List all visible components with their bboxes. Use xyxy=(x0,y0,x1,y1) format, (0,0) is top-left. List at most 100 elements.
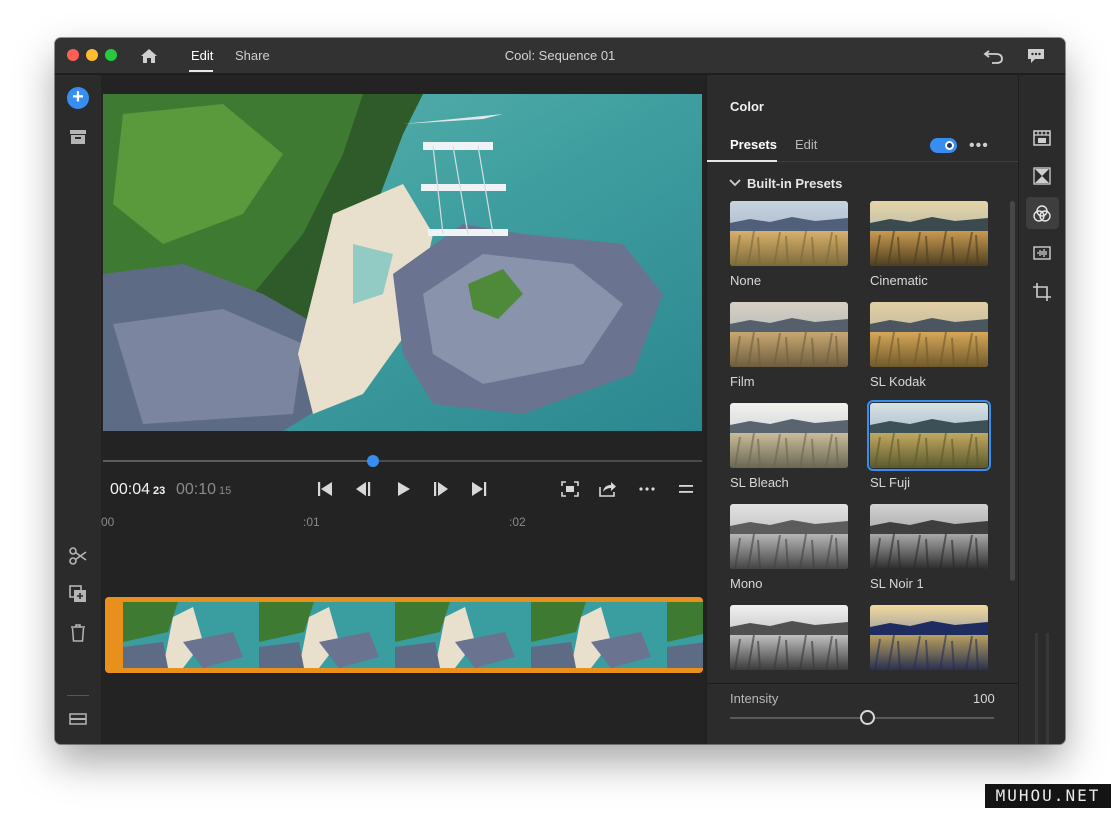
preset-item-8[interactable] xyxy=(730,605,848,677)
more-options-icon[interactable] xyxy=(635,478,659,500)
color-enable-toggle[interactable] xyxy=(930,138,957,153)
main-area: 00:04 23 00:10 15 00:01:02 xyxy=(101,75,706,744)
feedback-icon[interactable] xyxy=(1025,46,1047,66)
preset-mono[interactable]: Mono xyxy=(730,504,848,591)
audio-icon[interactable] xyxy=(1031,242,1053,264)
ruler-label: 00 xyxy=(101,515,115,529)
preset-film[interactable]: Film xyxy=(730,302,848,389)
step-back-icon[interactable] xyxy=(352,478,376,500)
clip-frame xyxy=(667,602,703,668)
preset-label: SL Bleach xyxy=(730,475,789,490)
panel-more-button[interactable]: ••• xyxy=(969,137,989,155)
preset-label: SL Kodak xyxy=(870,374,926,389)
current-timecode: 00:04 23 xyxy=(110,481,165,499)
scissors-icon[interactable] xyxy=(67,545,89,567)
title-bar: Edit Share Cool: Sequence 01 xyxy=(55,38,1065,74)
video-preview[interactable] xyxy=(103,94,702,431)
export-frame-icon[interactable] xyxy=(596,478,620,500)
preset-sl-kodak[interactable]: SL Kodak xyxy=(870,302,988,389)
total-time: 00:10 xyxy=(176,481,217,498)
ruler-label: :02 xyxy=(509,515,526,529)
clip-trim-handle[interactable] xyxy=(105,597,123,673)
preset-sl-noir-1[interactable]: SL Noir 1 xyxy=(870,504,988,591)
preset-thumbnail-image xyxy=(870,403,988,468)
color-panel: Color Presets Edit ••• Built-in Presets … xyxy=(706,75,1019,744)
clip-frame xyxy=(395,602,531,668)
preset-sl-bleach[interactable]: SL Bleach xyxy=(730,403,848,490)
section-header[interactable]: Built-in Presets xyxy=(729,176,842,191)
preset-thumbnail[interactable] xyxy=(730,403,848,468)
right-icon-rail xyxy=(1018,75,1065,744)
fit-to-screen-icon[interactable] xyxy=(558,478,582,500)
audio-meter-right xyxy=(1046,633,1049,744)
duplicate-icon[interactable] xyxy=(67,583,89,605)
total-frames: 15 xyxy=(219,485,232,497)
active-tab-indicator xyxy=(189,70,213,72)
tab-color-edit[interactable]: Edit xyxy=(795,137,817,152)
preset-thumbnail[interactable] xyxy=(730,201,848,266)
toolbar-divider xyxy=(67,695,89,696)
preset-thumbnail-image xyxy=(730,403,848,468)
preset-label: SL Noir 1 xyxy=(870,576,924,591)
clip-frame xyxy=(531,602,667,668)
preset-sl-fuji[interactable]: SL Fuji xyxy=(867,400,991,490)
play-icon[interactable] xyxy=(391,478,415,500)
section-title: Built-in Presets xyxy=(747,176,843,191)
toggle-knob xyxy=(945,141,954,150)
intensity-label: Intensity xyxy=(730,691,779,706)
add-media-button[interactable]: + xyxy=(67,87,89,109)
go-to-end-icon[interactable] xyxy=(467,478,491,500)
current-frames: 23 xyxy=(153,485,166,497)
preset-thumbnail-image xyxy=(870,504,988,569)
timeline-clip[interactable] xyxy=(105,597,703,673)
preset-label: SL Fuji xyxy=(870,475,910,490)
transitions-icon[interactable] xyxy=(1031,165,1053,187)
app-window: Edit Share Cool: Sequence 01 + 00:04 23 … xyxy=(55,38,1065,744)
preset-thumbnail-image xyxy=(870,302,988,367)
audio-meter-left xyxy=(1035,633,1038,744)
tab-presets[interactable]: Presets xyxy=(730,137,777,152)
document-title: Cool: Sequence 01 xyxy=(504,48,616,63)
preset-thumbnail-image xyxy=(730,504,848,569)
preset-thumbnail[interactable] xyxy=(870,504,988,569)
track-options-icon[interactable] xyxy=(67,708,89,730)
preset-thumbnail[interactable] xyxy=(870,201,988,266)
presets-scrollbar[interactable] xyxy=(1010,201,1015,581)
preset-cinematic[interactable]: Cinematic xyxy=(870,201,988,288)
preset-thumbnail[interactable] xyxy=(867,400,991,471)
preset-thumbnail-image xyxy=(870,201,988,266)
step-forward-icon[interactable] xyxy=(429,478,453,500)
project-panel-icon[interactable] xyxy=(67,126,89,148)
preset-thumbnail-image xyxy=(730,201,848,266)
preset-label: None xyxy=(730,273,762,288)
crop-icon[interactable] xyxy=(1031,281,1053,303)
undo-icon[interactable] xyxy=(983,46,1005,66)
preset-label: Cinematic xyxy=(870,273,928,288)
preset-thumbnail[interactable] xyxy=(730,302,848,367)
playhead-knob[interactable] xyxy=(366,455,379,467)
intensity-divider xyxy=(707,683,1019,684)
trash-icon[interactable] xyxy=(67,622,89,644)
ruler-label: :01 xyxy=(303,515,320,529)
total-timecode: 00:10 15 xyxy=(176,481,231,499)
intensity-slider-knob[interactable] xyxy=(859,710,875,725)
active-tab-indicator xyxy=(707,160,777,162)
menu-icon[interactable] xyxy=(674,478,698,500)
preset-thumbnail[interactable] xyxy=(730,504,848,569)
preset-label: Film xyxy=(730,374,755,389)
preset-item-9[interactable] xyxy=(870,605,988,677)
color-icon[interactable] xyxy=(1031,203,1053,225)
intensity-value: 100 xyxy=(973,691,995,706)
preset-none[interactable]: None xyxy=(730,201,848,288)
chevron-down-icon xyxy=(729,179,741,187)
scrub-progress xyxy=(103,460,373,462)
clip-frame xyxy=(259,602,395,668)
go-to-start-icon[interactable] xyxy=(313,478,337,500)
preset-thumbnail[interactable] xyxy=(870,302,988,367)
preset-label: Mono xyxy=(730,576,763,591)
media-panel-icon[interactable] xyxy=(1031,127,1053,149)
preset-thumbnail[interactable] xyxy=(870,605,988,670)
clip-frame xyxy=(123,602,259,668)
preset-thumbnail[interactable] xyxy=(730,605,848,670)
panel-title: Color xyxy=(730,99,764,114)
